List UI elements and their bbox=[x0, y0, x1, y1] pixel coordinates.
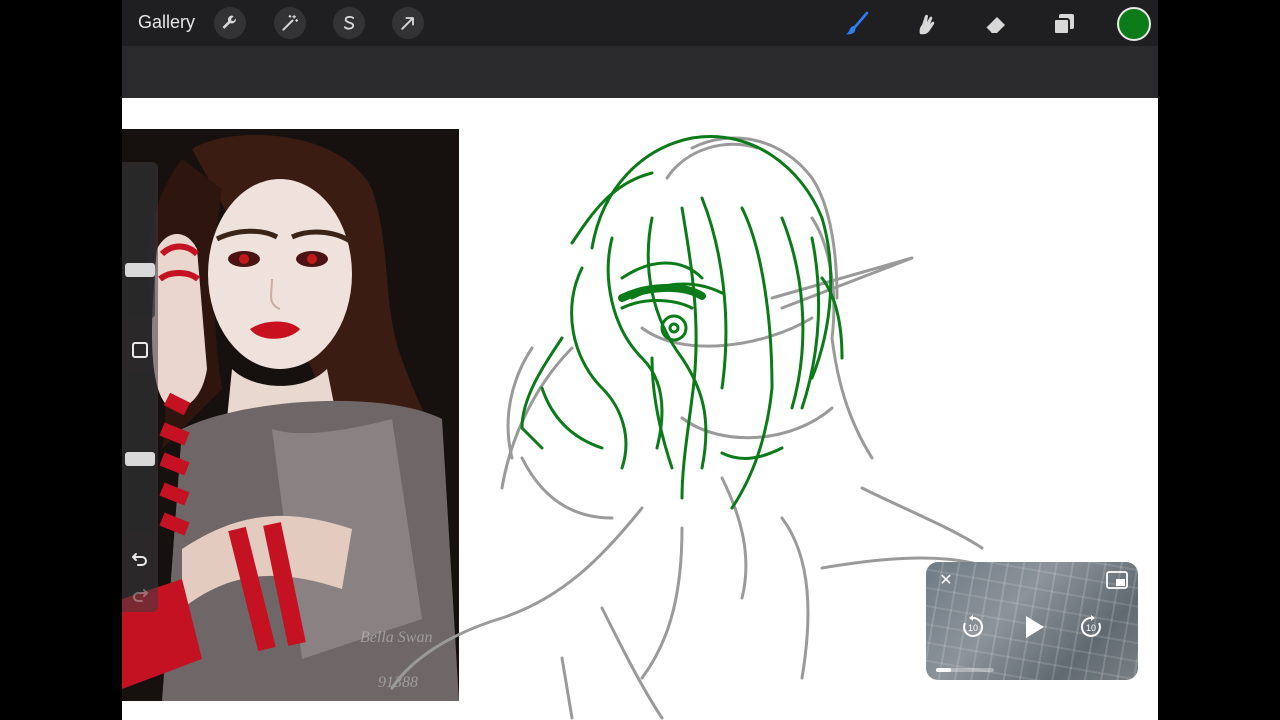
undo-icon[interactable] bbox=[130, 548, 150, 568]
redo-icon[interactable] bbox=[130, 584, 150, 604]
eraser-icon[interactable] bbox=[979, 7, 1013, 41]
play-icon[interactable] bbox=[1018, 612, 1048, 642]
letterbox-right bbox=[1158, 0, 1280, 720]
modify-button[interactable] bbox=[132, 342, 148, 358]
letterbox-left bbox=[0, 0, 122, 720]
skip-back-icon[interactable]: 10 bbox=[960, 614, 986, 640]
procreate-app: Gallery Bella Swan 91388 ✕ 10 10 bbox=[122, 0, 1158, 720]
pip-close-icon[interactable]: ✕ bbox=[936, 570, 956, 590]
brush-size-track[interactable] bbox=[125, 168, 155, 318]
brush-sidebar bbox=[122, 162, 158, 612]
opacity-slider[interactable] bbox=[125, 452, 155, 467]
magic-wand-icon[interactable] bbox=[274, 7, 306, 39]
wrench-icon[interactable] bbox=[214, 7, 246, 39]
skip-back-seconds: 10 bbox=[968, 623, 978, 633]
selection-s-icon[interactable] bbox=[333, 7, 365, 39]
brush-icon[interactable] bbox=[840, 7, 874, 41]
layers-icon[interactable] bbox=[1047, 7, 1081, 41]
gallery-button[interactable]: Gallery bbox=[138, 12, 195, 33]
top-toolbar: Gallery bbox=[122, 0, 1158, 46]
picture-in-picture-player[interactable]: ✕ 10 10 bbox=[926, 562, 1138, 680]
arrow-cursor-icon[interactable] bbox=[392, 7, 424, 39]
skip-forward-seconds: 10 bbox=[1086, 623, 1096, 633]
pip-progress-fill bbox=[936, 668, 951, 672]
brush-size-slider[interactable] bbox=[125, 263, 155, 278]
skip-forward-icon[interactable]: 10 bbox=[1078, 614, 1104, 640]
toolbar-shadow-strip bbox=[122, 46, 1158, 98]
smudge-icon[interactable] bbox=[908, 7, 942, 41]
color-picker-button[interactable] bbox=[1117, 7, 1151, 41]
pip-progress-bar[interactable] bbox=[936, 668, 994, 672]
pip-expand-icon[interactable] bbox=[1106, 570, 1128, 590]
